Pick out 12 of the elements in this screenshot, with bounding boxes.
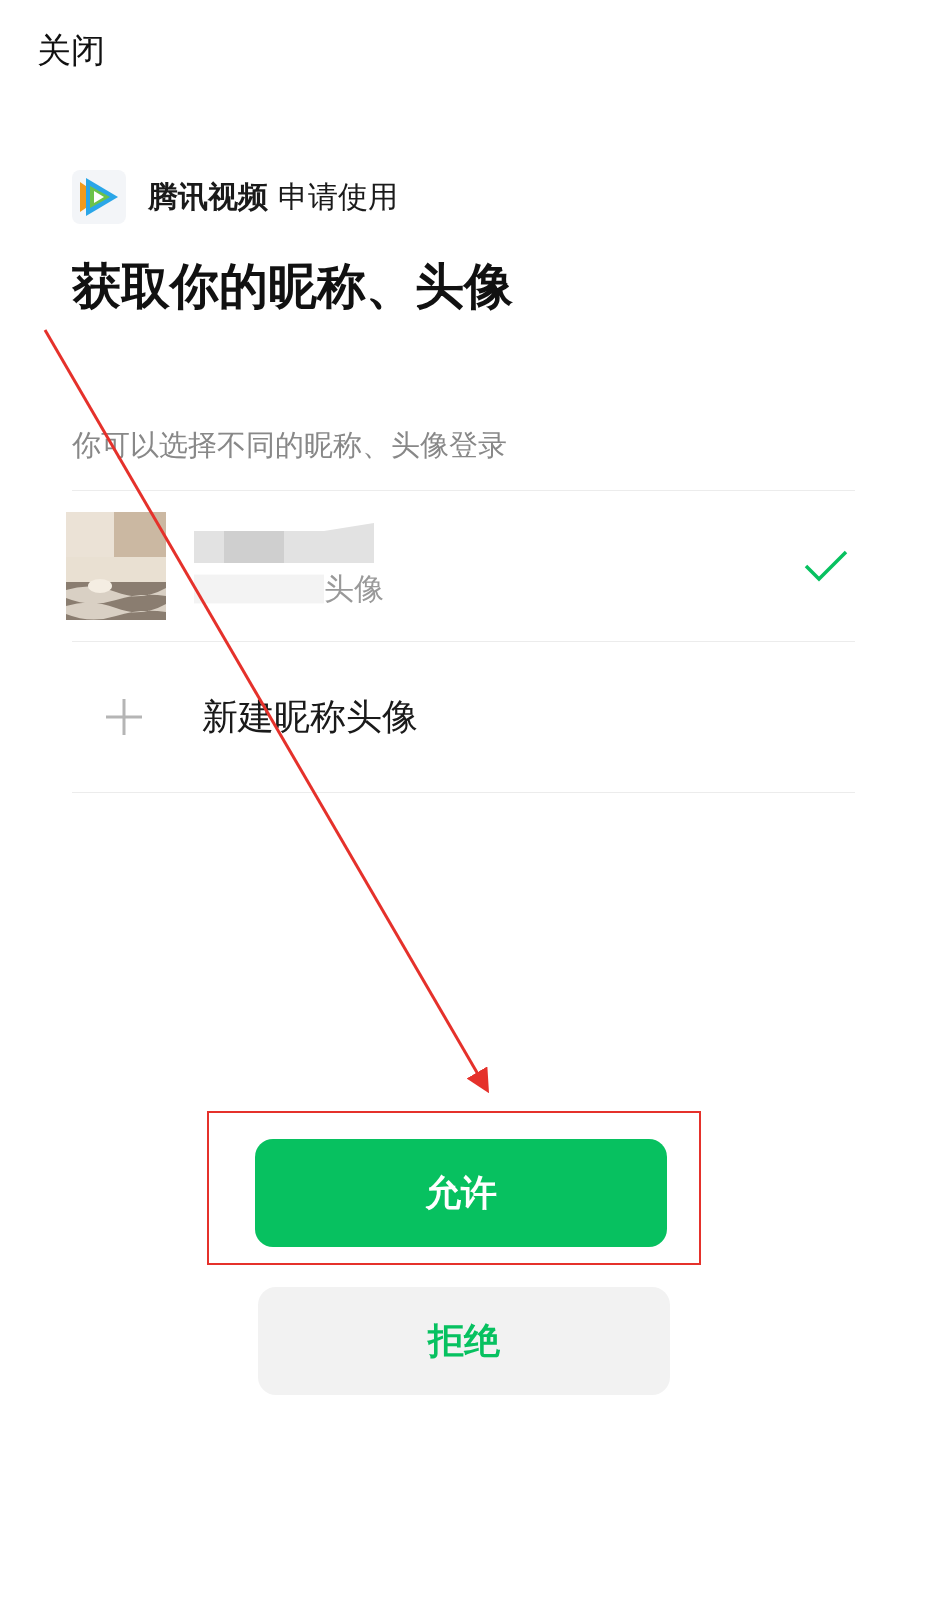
account-subtitle: 头像 (324, 569, 384, 608)
page-heading: 获取你的昵称、头像 (72, 257, 514, 317)
plus-icon (104, 697, 144, 737)
account-item[interactable]: 头像 (72, 491, 855, 642)
new-profile-item[interactable]: 新建昵称头像 (72, 642, 855, 793)
new-profile-label: 新建昵称头像 (202, 694, 419, 739)
app-name: 腾讯视频 (148, 177, 268, 216)
request-text: 申请使用 (278, 177, 398, 216)
deny-button[interactable]: 拒绝 (257, 1287, 670, 1395)
app-logo-icon (72, 170, 126, 224)
allow-button[interactable]: 允许 (254, 1139, 667, 1247)
close-link[interactable]: 关闭 (0, 0, 105, 74)
